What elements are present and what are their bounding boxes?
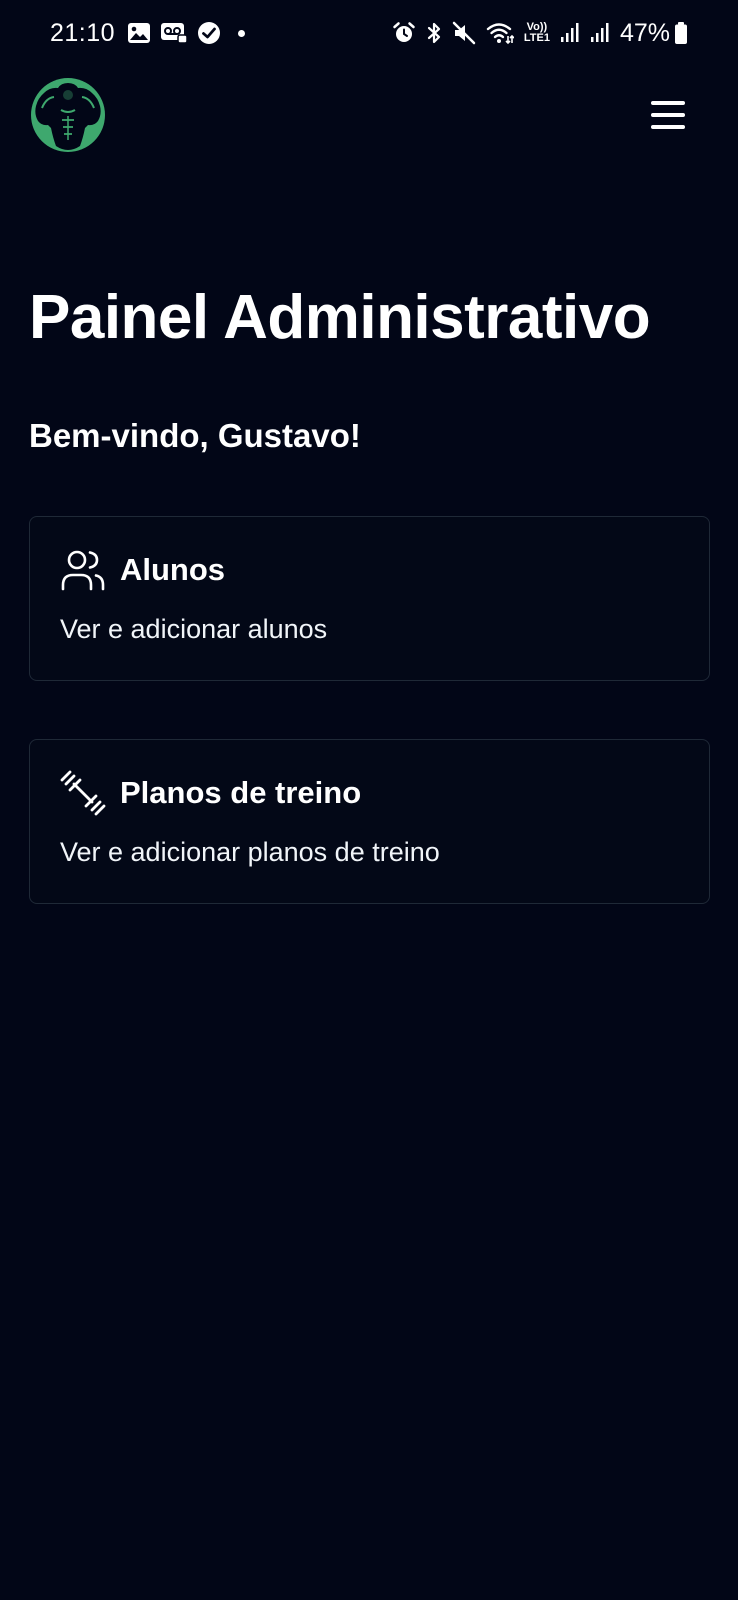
card-title: Alunos <box>120 552 226 587</box>
status-bar: 21:10 Vo)) LTE1 47% <box>0 0 738 66</box>
check-circle-icon <box>197 21 221 45</box>
notification-dot <box>238 29 246 37</box>
hamburger-line-icon <box>651 113 685 117</box>
card-header: Alunos <box>60 547 225 593</box>
app-header <box>28 78 698 152</box>
battery-icon <box>674 21 688 45</box>
users-icon <box>60 547 106 593</box>
card-description: Ver e adicionar planos de treino <box>60 837 440 867</box>
battery-percentage: 47% <box>619 18 670 47</box>
card-description: Ver e adicionar alunos <box>60 614 328 644</box>
dumbbell-icon <box>60 770 106 816</box>
gym-bodybuilder-logo-icon[interactable] <box>28 78 108 152</box>
mute-icon <box>452 21 476 45</box>
alunos-card[interactable]: Alunos Ver e adicionar alunos <box>29 516 710 681</box>
hamburger-menu-button[interactable] <box>646 93 690 137</box>
status-bar-left: 21:10 <box>50 18 246 48</box>
page-title: Painel Administrativo <box>29 283 651 352</box>
alarm-icon <box>392 21 416 45</box>
hamburger-line-icon <box>651 101 685 105</box>
card-title: Planos de treino <box>120 775 362 810</box>
welcome-message: Bem-vindo, Gustavo! <box>29 417 361 454</box>
screen: 21:10 Vo)) LTE1 47% Painel Administrativ… <box>0 0 738 1600</box>
voicemail-icon <box>160 22 188 44</box>
signal-icon <box>590 22 610 44</box>
status-time: 21:10 <box>50 18 116 47</box>
volte-label-bottom: LTE1 <box>523 32 550 44</box>
bluetooth-icon <box>426 21 442 45</box>
hamburger-line-icon <box>651 125 685 129</box>
volte-icon: Vo)) LTE1 <box>524 22 550 44</box>
signal-icon <box>560 22 580 44</box>
card-header: Planos de treino <box>60 770 361 816</box>
planos-de-treino-card[interactable]: Planos de treino Ver e adicionar planos … <box>29 739 710 904</box>
gallery-icon <box>127 22 151 44</box>
status-bar-right: Vo)) LTE1 47% <box>382 19 688 48</box>
wifi-icon <box>486 21 514 45</box>
